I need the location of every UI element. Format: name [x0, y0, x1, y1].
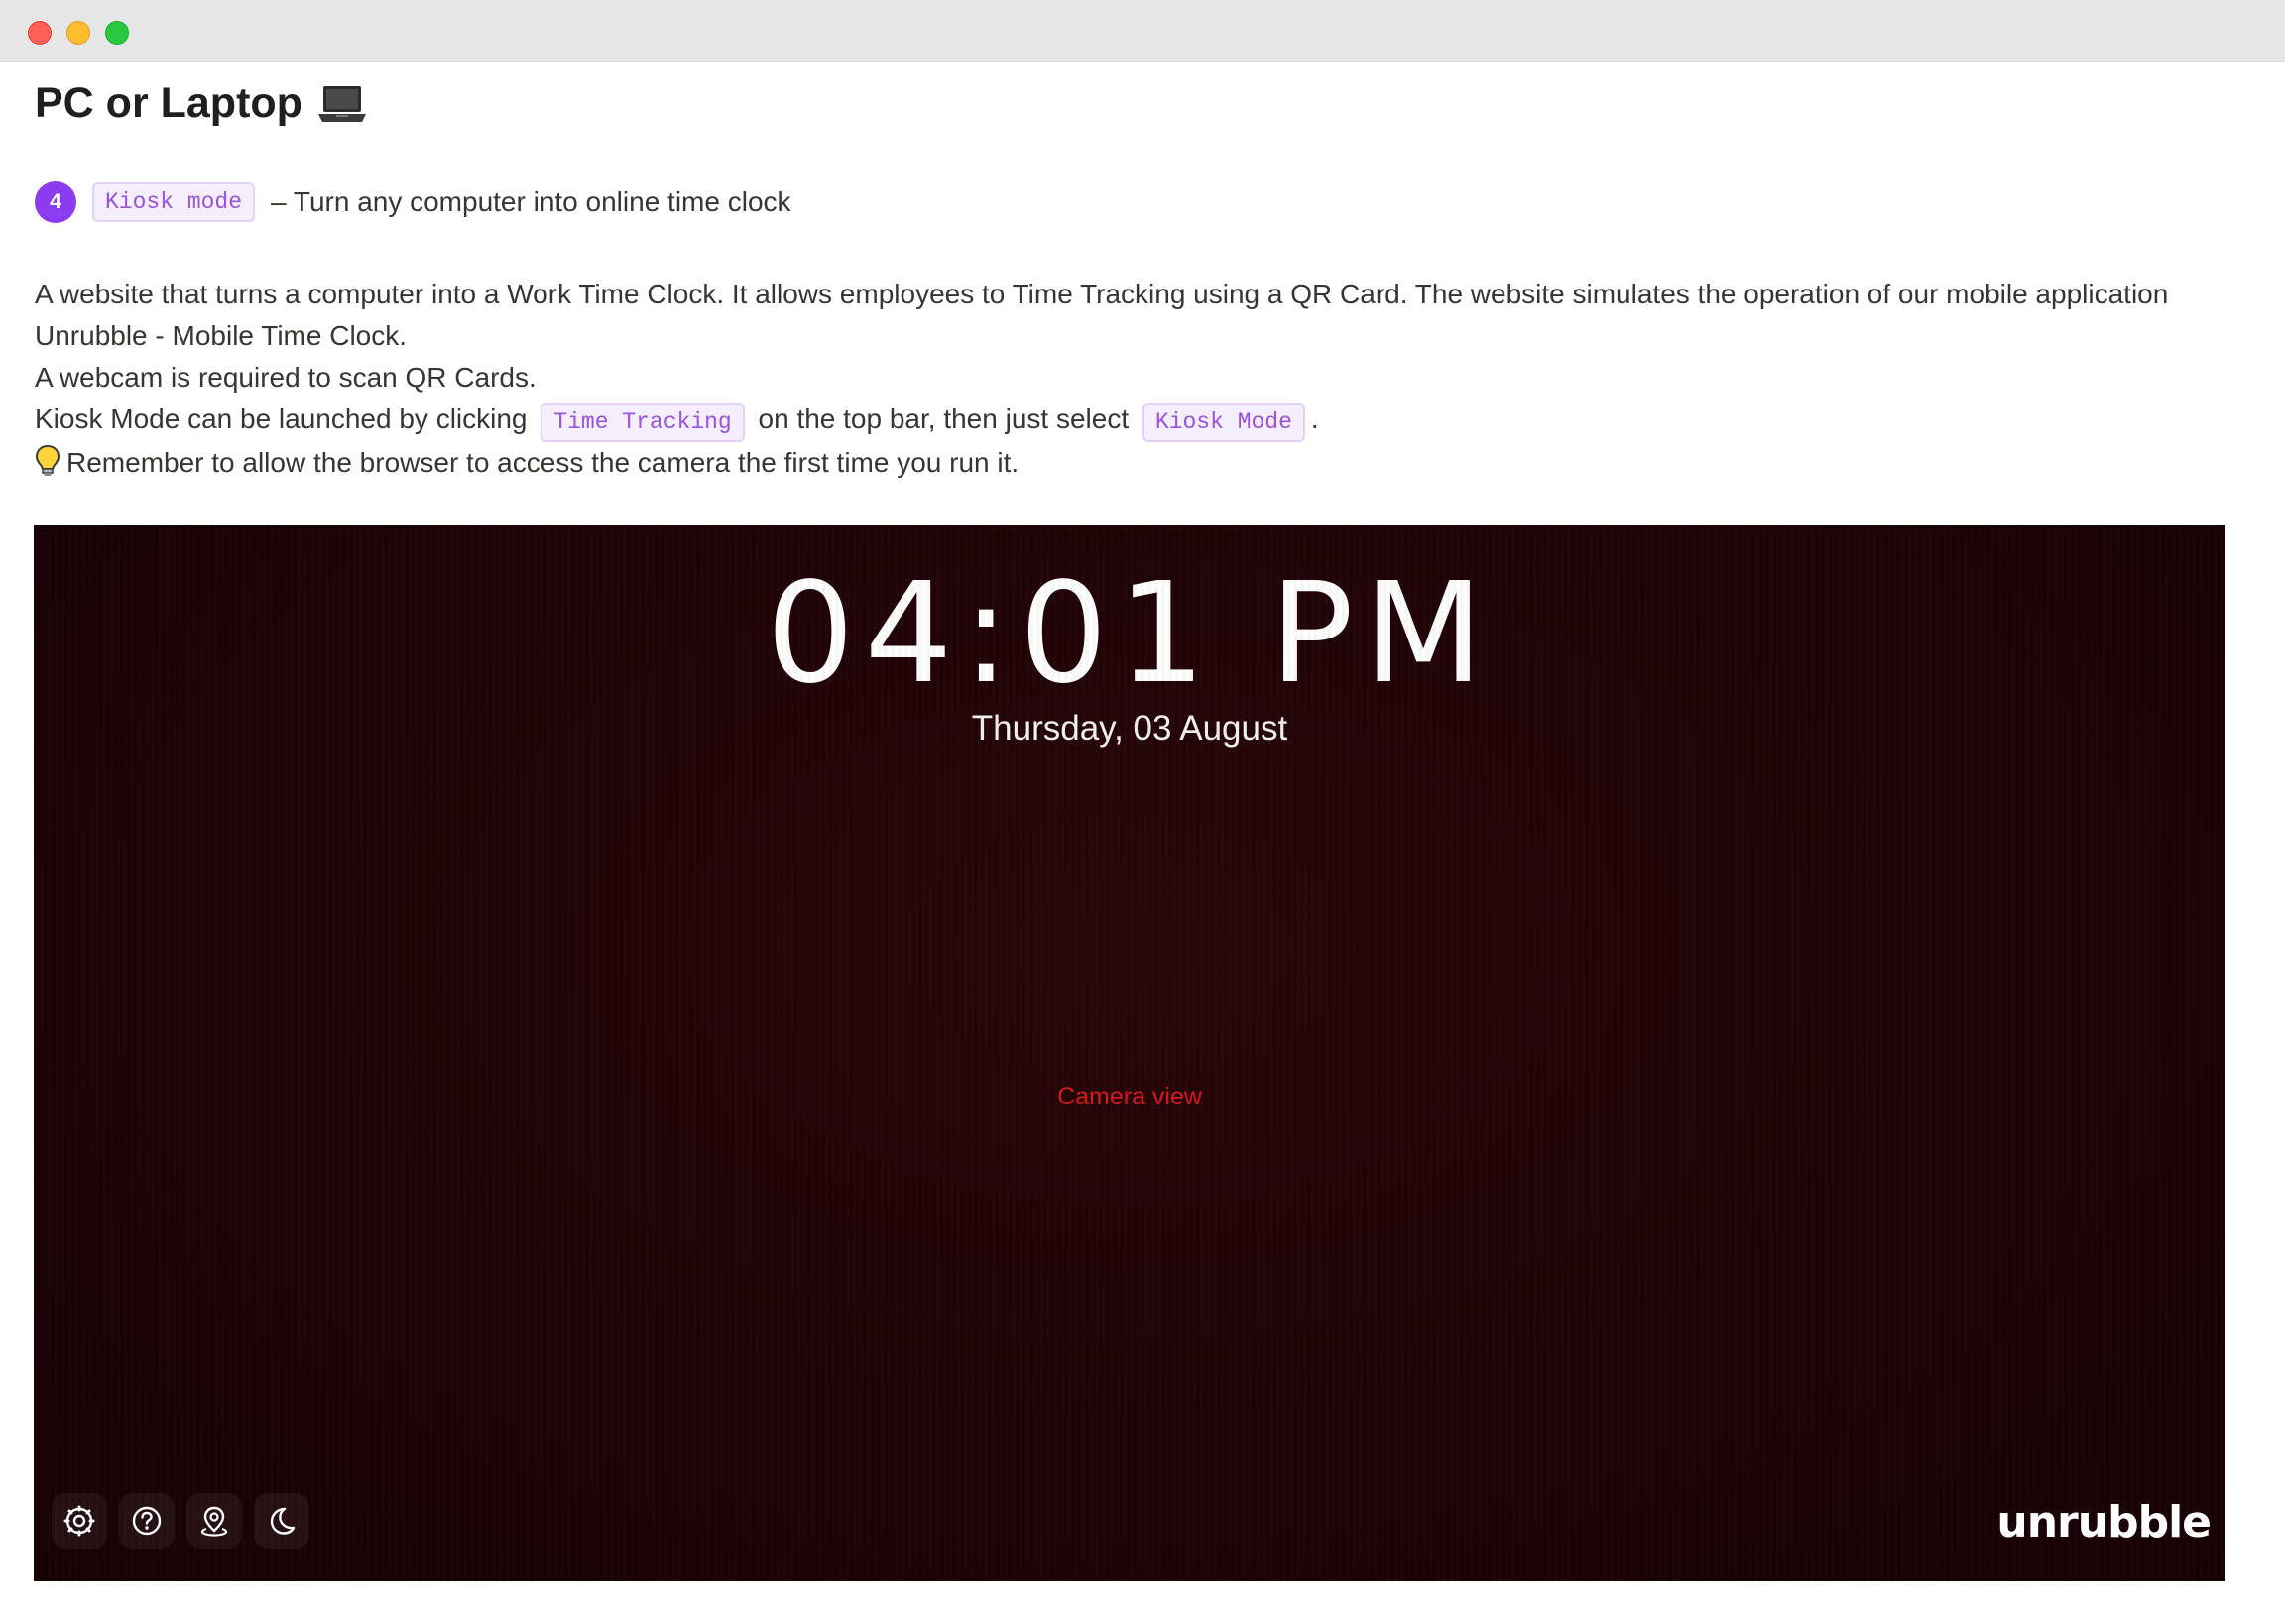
tip-text: Remember to allow the browser to access … — [66, 447, 1020, 478]
help-icon — [132, 1506, 162, 1536]
description: A website that turns a computer into a W… — [35, 274, 2256, 484]
line4-suffix: . — [1310, 404, 1319, 434]
close-window-button[interactable] — [28, 21, 52, 45]
kiosk-toolbar — [52, 1493, 309, 1549]
page-title-text: PC or Laptop — [35, 79, 302, 127]
unrubble-logo: unrubble — [1996, 1497, 2212, 1548]
location-icon — [200, 1506, 228, 1537]
time-tracking-chip: Time Tracking — [541, 403, 745, 442]
window-titlebar — [0, 0, 2285, 62]
kiosk-mode-chip: Kiosk mode — [92, 182, 256, 222]
help-button[interactable] — [119, 1493, 175, 1549]
kiosk-date: Thursday, 03 August — [971, 709, 1288, 748]
step-description: – Turn any computer into online time clo… — [271, 186, 791, 217]
minimize-window-button[interactable] — [66, 21, 90, 45]
description-line-4: Kiosk Mode can be launched by clicking T… — [35, 399, 2256, 442]
lightbulb-icon — [35, 444, 60, 478]
location-button[interactable] — [186, 1493, 242, 1549]
settings-icon — [63, 1505, 95, 1537]
kiosk-clock: 04:01 PM — [766, 553, 1494, 715]
description-line-1: A website that turns a computer into a W… — [35, 279, 2169, 309]
kiosk-mode-chip-inline: Kiosk Mode — [1142, 403, 1305, 442]
camera-view-label: Camera view — [1057, 1083, 1202, 1110]
page-title: PC or Laptop — [35, 79, 368, 128]
maximize-window-button[interactable] — [105, 21, 129, 45]
dark-mode-button[interactable] — [254, 1493, 309, 1549]
line4-middle: on the top bar, then just select — [758, 404, 1130, 434]
step-number-badge: 4 — [35, 181, 76, 223]
laptop-icon — [316, 83, 368, 125]
description-line-2: Unrubble - Mobile Time Clock. — [35, 320, 408, 351]
tip-line: Remember to allow the browser to access … — [35, 442, 2256, 484]
settings-button[interactable] — [52, 1493, 107, 1549]
browser-window: PC or Laptop 4 Kiosk mode – Turn any com… — [0, 0, 2285, 1624]
dark-mode-icon — [270, 1507, 296, 1535]
line4-prefix: Kiosk Mode can be launched by clicking — [35, 404, 528, 434]
kiosk-preview: 04:01 PM Thursday, 03 August Camera view — [34, 525, 2225, 1581]
step-row: 4 Kiosk mode – Turn any computer into on… — [35, 181, 791, 223]
description-line-3: A webcam is required to scan QR Cards. — [35, 362, 537, 393]
